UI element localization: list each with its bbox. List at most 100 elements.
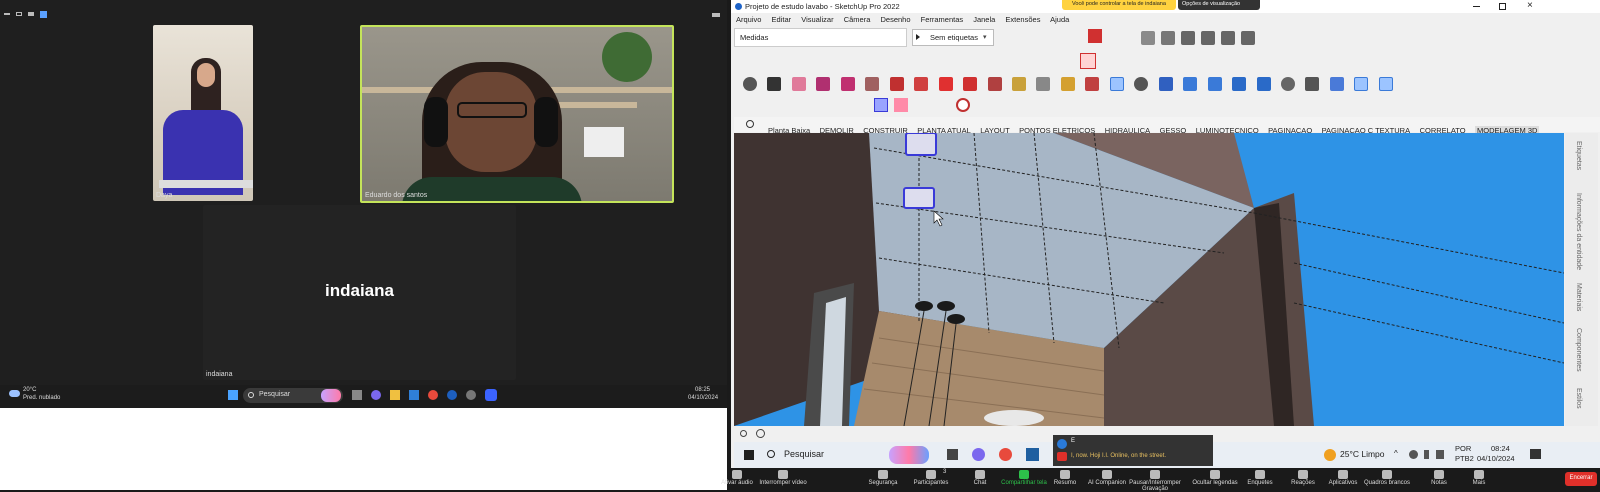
measures-box[interactable]: Medidas <box>734 28 907 47</box>
close-icon[interactable]: × <box>1527 0 1533 11</box>
move-icon[interactable] <box>938 76 953 91</box>
windows-start-icon[interactable] <box>228 390 238 400</box>
stop-video-button[interactable]: Interromper vídeo <box>759 468 807 486</box>
chrome-icon[interactable] <box>999 448 1012 461</box>
group-icon[interactable] <box>1378 76 1393 91</box>
app-icon[interactable] <box>447 390 457 400</box>
paint-bucket-icon[interactable] <box>1060 76 1075 91</box>
chrome-icon[interactable] <box>428 390 438 400</box>
layout-icon[interactable] <box>1088 29 1102 43</box>
shared-screen[interactable]: Projeto de estudo lavabo - SketchUp Pro … <box>721 0 1600 492</box>
select-arrow-icon[interactable] <box>767 76 782 91</box>
tag-dropdown[interactable]: Sem etiquetas ▾ <box>912 29 994 46</box>
settings-gear-icon[interactable] <box>466 390 476 400</box>
search-icon[interactable] <box>746 120 754 128</box>
language-1[interactable]: POR <box>1455 444 1471 453</box>
extension-manager-icon[interactable] <box>1256 76 1271 91</box>
minimize-icon[interactable] <box>1473 6 1480 7</box>
info-icon[interactable] <box>740 430 747 437</box>
top-view-icon[interactable] <box>1161 30 1175 45</box>
layout-send-icon[interactable] <box>1232 76 1247 91</box>
notifications-icon[interactable] <box>1530 449 1541 459</box>
solid-tools-icon[interactable] <box>1354 76 1369 91</box>
chat-button[interactable]: Chat <box>956 468 1004 486</box>
left-view-icon[interactable] <box>1241 30 1255 45</box>
zoom-icon[interactable] <box>743 76 757 91</box>
account-icon[interactable] <box>1280 76 1295 91</box>
taskview-icon[interactable] <box>947 449 958 460</box>
windows-start-icon[interactable] <box>744 450 754 460</box>
text-icon[interactable] <box>1036 76 1051 91</box>
zoom-tool-icon[interactable] <box>1134 76 1149 91</box>
menu-item[interactable]: Editar <box>772 15 792 24</box>
extension-icon[interactable] <box>1080 53 1096 69</box>
plugin-circle-icon[interactable] <box>956 98 970 112</box>
right-view-icon[interactable] <box>1201 30 1215 45</box>
taskview-icon[interactable] <box>352 390 362 400</box>
tray-chevron-icon[interactable]: ^ <box>1394 449 1398 458</box>
follow-me-icon[interactable] <box>914 76 929 91</box>
zoom-extents-icon[interactable] <box>1158 76 1173 91</box>
extension-warehouse-icon[interactable] <box>1207 76 1222 91</box>
app-icon[interactable] <box>1026 448 1039 461</box>
minimize-icon[interactable] <box>4 13 10 15</box>
tray-tab[interactable]: Materiais <box>1575 283 1582 311</box>
tray-tab[interactable]: Informações da entidade <box>1575 193 1582 270</box>
notification-popup[interactable]: E I, now. Hoji I.I. Online, on the stree… <box>1053 435 1213 466</box>
push-pull-icon[interactable] <box>889 76 904 91</box>
plugin-star-icon[interactable] <box>894 98 908 112</box>
clock-time[interactable]: 08:24 <box>1491 444 1510 453</box>
menu-item[interactable]: Ajuda <box>1050 15 1069 24</box>
menu-item[interactable]: Visualizar <box>801 15 833 24</box>
rectangle-icon[interactable] <box>865 76 880 91</box>
network-icon[interactable] <box>1409 450 1418 459</box>
apps-button[interactable]: Aplicativos <box>1319 468 1367 486</box>
menu-item[interactable]: Extensões <box>1005 15 1040 24</box>
rotate-icon[interactable] <box>963 76 978 91</box>
participant-tile-daya[interactable]: Daya <box>153 25 253 201</box>
line-pencil-icon[interactable] <box>816 76 831 91</box>
arc-icon[interactable] <box>840 76 855 91</box>
leave-button[interactable]: Encerrar <box>1565 472 1597 486</box>
remote-control-banner[interactable]: Você pode controlar a tela de indaiana <box>1062 0 1176 10</box>
pan-hand-icon[interactable] <box>1109 76 1124 91</box>
back-view-icon[interactable] <box>1221 30 1235 45</box>
captions-button[interactable]: Ocultar legendas <box>1191 468 1239 486</box>
participant-tile-eduardo[interactable]: Eduardo dos santos <box>360 25 674 203</box>
speaker-icon[interactable] <box>1436 450 1444 459</box>
scale-icon[interactable] <box>987 76 1002 91</box>
restore-icon[interactable] <box>16 12 22 16</box>
maximize-icon[interactable] <box>1499 3 1506 10</box>
menu-item[interactable]: Desenho <box>880 15 910 24</box>
microphone-icon[interactable] <box>1424 450 1429 459</box>
whiteboards-button[interactable]: Quadros brancos <box>1363 468 1411 486</box>
menu-item[interactable]: Janela <box>973 15 995 24</box>
zoom-app-icon[interactable] <box>485 389 497 401</box>
tray-tab[interactable]: Componentes <box>1575 328 1582 372</box>
polls-button[interactable]: Enquetes <box>1236 468 1284 486</box>
copilot-app-icon[interactable] <box>972 448 985 461</box>
orbit-icon[interactable] <box>1085 76 1100 91</box>
search-box[interactable]: Pesquisar <box>764 446 934 464</box>
participants-button[interactable]: Participantes <box>907 468 955 486</box>
clock-date[interactable]: 04/10/2024 <box>1477 454 1515 463</box>
language-2[interactable]: PTB2 <box>1455 454 1474 463</box>
security-button[interactable]: Segurança <box>859 468 907 486</box>
fullscreen-icon[interactable] <box>712 13 720 17</box>
tray-tab[interactable]: Etiquetas <box>1575 141 1582 170</box>
component-icon[interactable] <box>1329 76 1344 91</box>
view-options-button[interactable]: Opções de visualização <box>1178 0 1260 10</box>
plugin-grid-icon[interactable] <box>874 98 888 112</box>
geo-icon[interactable] <box>756 429 765 438</box>
front-view-icon[interactable] <box>1181 30 1195 45</box>
menu-item[interactable]: Ferramentas <box>921 15 964 24</box>
grid-icon[interactable] <box>40 11 47 18</box>
folder-icon[interactable] <box>390 390 400 400</box>
recording-button[interactable]: Pausar/Interromper Gravação <box>1124 468 1186 492</box>
mute-button[interactable]: Ativar áudio <box>713 468 761 486</box>
menu-item[interactable]: Arquivo <box>736 15 761 24</box>
copilot-app-icon[interactable] <box>371 390 381 400</box>
warehouse-icon[interactable] <box>1183 76 1198 91</box>
model-viewport[interactable] <box>734 133 1564 426</box>
store-icon[interactable] <box>409 390 419 400</box>
